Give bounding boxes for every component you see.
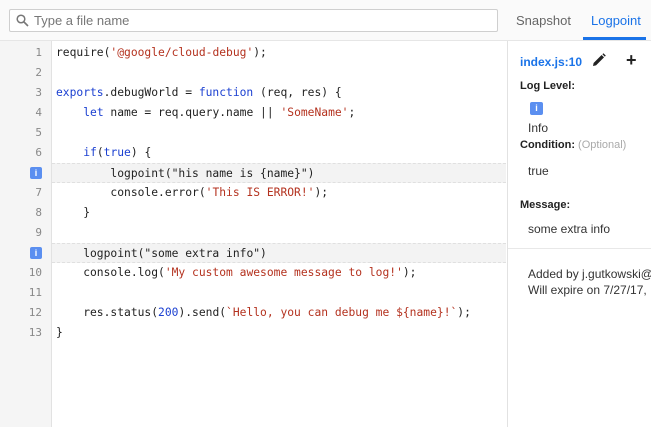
code-line[interactable]: [52, 123, 506, 143]
logpoint-location[interactable]: index.js:10: [520, 55, 582, 69]
code-line-text: require('@google/cloud-debug');: [56, 46, 267, 59]
file-search-input[interactable]: [34, 11, 489, 30]
line-number[interactable]: 7: [0, 183, 42, 203]
line-number[interactable]: 13: [0, 323, 42, 343]
search-icon: [16, 14, 29, 27]
message-value[interactable]: some extra info: [528, 222, 610, 236]
file-search-box[interactable]: [9, 9, 498, 32]
code-line-text: }: [56, 326, 63, 339]
code-line[interactable]: exports.debugWorld = function (req, res)…: [52, 83, 506, 103]
code-line-text: console.error('This IS ERROR!');: [56, 186, 329, 199]
logpoint-panel: index.js:10 + Log Level: i Info Conditio…: [508, 41, 651, 427]
line-number[interactable]: 6: [0, 143, 42, 163]
tab-snapshot[interactable]: Snapshot: [516, 13, 571, 28]
code-line-text: }: [56, 206, 91, 219]
code-line[interactable]: res.status(200).send(`Hello, you can deb…: [52, 303, 506, 323]
line-number[interactable]: 12: [0, 303, 42, 323]
edit-icon[interactable]: [592, 53, 606, 67]
logpoint-marker-icon[interactable]: i: [30, 167, 42, 179]
code-line[interactable]: require('@google/cloud-debug');: [52, 43, 506, 63]
line-number[interactable]: 5: [0, 123, 42, 143]
log-level-value[interactable]: Info: [528, 121, 548, 135]
logpoint-line[interactable]: logpoint("his name is {name}"): [52, 163, 506, 183]
line-number[interactable]: 2: [0, 63, 42, 83]
top-bar: Snapshot Logpoint: [0, 0, 651, 41]
code-line[interactable]: }: [52, 323, 506, 343]
add-icon[interactable]: +: [626, 51, 637, 69]
code-line[interactable]: [52, 63, 506, 83]
code-line-text: console.log('My custom awesome message t…: [56, 266, 417, 279]
code-editor[interactable]: require('@google/cloud-debug'); exports.d…: [52, 41, 506, 427]
line-number[interactable]: 10: [0, 263, 42, 283]
logpoint-marker-icon[interactable]: i: [30, 247, 42, 259]
code-line-text: let name = req.query.name || 'SomeName';: [83, 106, 356, 119]
line-number-gutter[interactable]: 1 2 3 4 5 6 i 7 8 9 i 10 11 12 13: [0, 41, 52, 427]
panel-separator: [508, 248, 651, 249]
message-label: Message:: [520, 199, 571, 211]
tab-logpoint[interactable]: Logpoint: [591, 13, 641, 28]
code-line-text: if(true) {: [83, 146, 152, 159]
line-number[interactable]: 9: [0, 223, 42, 243]
code-line[interactable]: }: [52, 203, 506, 223]
code-line[interactable]: if(true) {: [52, 143, 506, 163]
code-line[interactable]: [52, 223, 506, 243]
condition-label: Condition: (Optional): [520, 139, 626, 151]
info-level-icon[interactable]: i: [530, 102, 543, 115]
condition-label-text: Condition:: [520, 139, 575, 151]
condition-optional-hint: (Optional): [578, 139, 627, 151]
code-line[interactable]: let name = req.query.name || 'SomeName';: [52, 103, 506, 123]
condition-value[interactable]: true: [528, 164, 549, 178]
active-tab-indicator: [583, 37, 646, 40]
logpoint-line[interactable]: logpoint("some extra info"): [52, 243, 506, 263]
line-number[interactable]: 1: [0, 43, 42, 63]
line-number[interactable]: 3: [0, 83, 42, 103]
code-line[interactable]: [52, 283, 506, 303]
line-number[interactable]: 4: [0, 103, 42, 123]
log-level-label: Log Level:: [520, 80, 576, 92]
code-line-text: exports.debugWorld = function (req, res)…: [56, 86, 342, 99]
line-number[interactable]: 8: [0, 203, 42, 223]
code-line-text: res.status(200).send(`Hello, you can deb…: [56, 306, 471, 319]
code-line[interactable]: console.error('This IS ERROR!');: [52, 183, 506, 203]
code-line-text: logpoint("some extra info"): [56, 247, 267, 260]
code-line-text: logpoint("his name is {name}"): [56, 167, 315, 180]
code-line[interactable]: console.log('My custom awesome message t…: [52, 263, 506, 283]
expiry-text: Will expire on 7/27/17,: [528, 283, 647, 297]
added-by-text: Added by j.gutkowski@: [528, 267, 651, 281]
line-number[interactable]: 11: [0, 283, 42, 303]
